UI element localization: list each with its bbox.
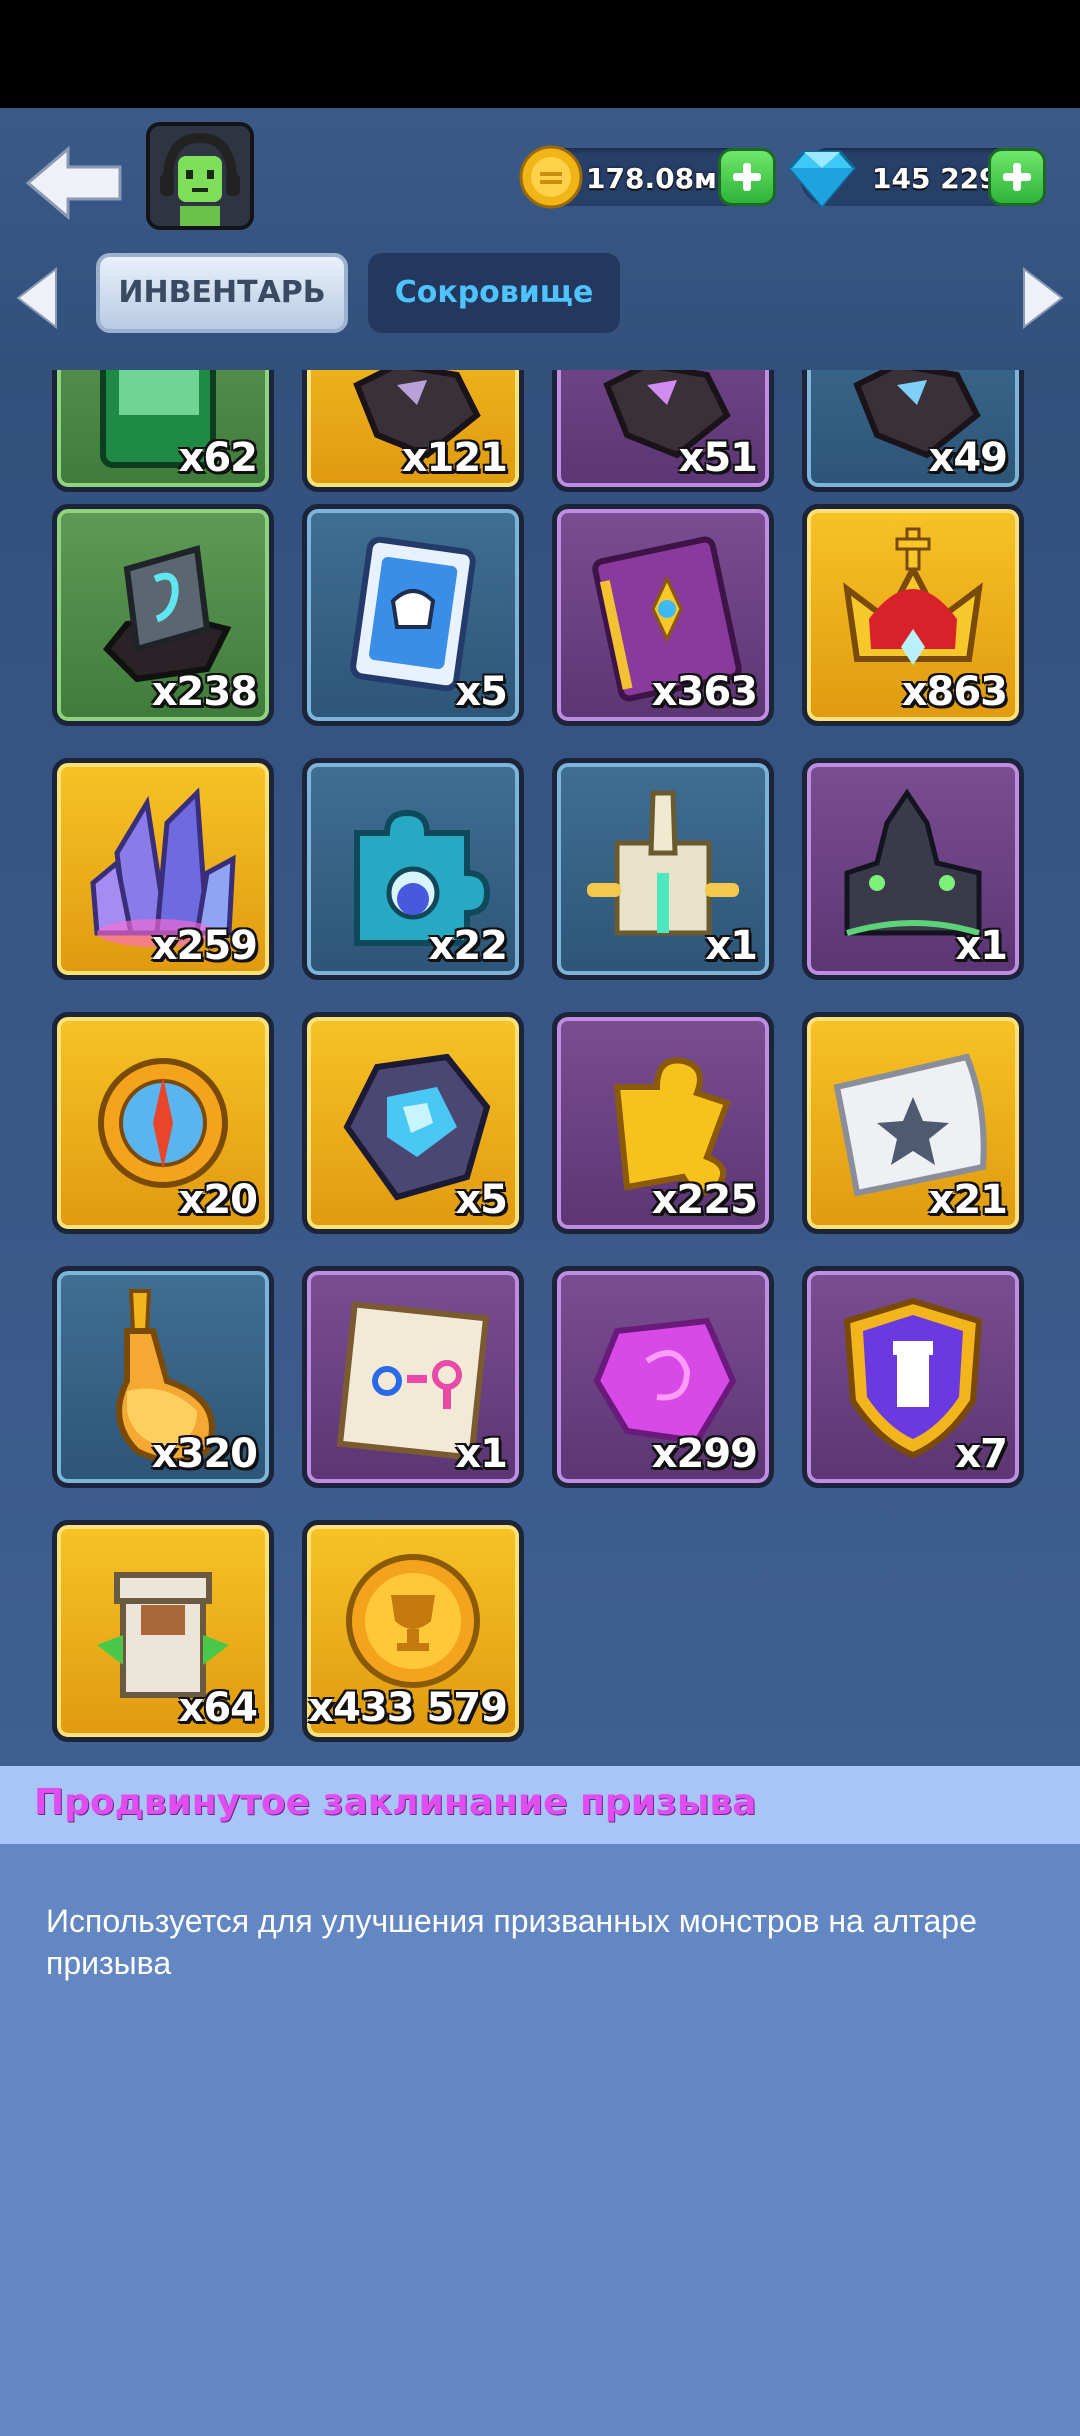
item-count: x363	[651, 669, 758, 715]
item-description-panel: Используется для улучшения призванных мо…	[0, 1844, 1080, 2436]
avatar[interactable]	[146, 122, 254, 230]
gem-amount: 145 229	[872, 162, 999, 195]
item-count: x49	[928, 435, 1008, 481]
inventory-grid: x62 x121 x51 x49 x238 x5 x363 x863 x259 …	[0, 370, 1080, 1766]
item-count: x225	[651, 1177, 758, 1223]
tab-inventory[interactable]: ИНВЕНТАРЬ	[96, 253, 348, 333]
item-count: x51	[678, 435, 758, 481]
inventory-item[interactable]: x64	[52, 1520, 274, 1742]
inventory-item[interactable]: x225	[552, 1012, 774, 1234]
item-count: x299	[651, 1431, 758, 1477]
inventory-item[interactable]: x320	[52, 1266, 274, 1488]
inventory-item[interactable]: x49	[802, 370, 1024, 492]
inventory-item[interactable]: x51	[552, 370, 774, 492]
inventory-item[interactable]: x1	[802, 758, 1024, 980]
tab-scroll-left-icon[interactable]	[14, 265, 60, 331]
item-count: x64	[178, 1685, 258, 1731]
item-count: x5	[455, 669, 508, 715]
item-count: x320	[151, 1431, 258, 1477]
back-arrow-icon[interactable]	[24, 143, 124, 223]
tab-treasure[interactable]: Сокровище	[368, 253, 620, 333]
item-count: x21	[928, 1177, 1008, 1223]
inventory-item[interactable]: x363	[552, 504, 774, 726]
item-count: x1	[455, 1431, 508, 1477]
inventory-item[interactable]: x62	[52, 370, 274, 492]
item-count: x62	[178, 435, 258, 481]
inventory-item[interactable]: x299	[552, 1266, 774, 1488]
inventory-item[interactable]: x259	[52, 758, 274, 980]
item-count: x259	[151, 923, 258, 969]
add-gold-button[interactable]	[718, 148, 776, 206]
status-bar	[0, 0, 1080, 108]
inventory-item[interactable]: x863	[802, 504, 1024, 726]
item-count: x22	[428, 923, 508, 969]
item-count: x1	[955, 923, 1008, 969]
item-count: x433 579	[308, 1685, 508, 1731]
item-count: x20	[178, 1177, 258, 1223]
inventory-item[interactable]: x1	[552, 758, 774, 980]
inventory-item[interactable]: x5	[302, 504, 524, 726]
diamond-icon	[788, 150, 856, 208]
item-title-bar: Продвинутое заклинание призыва	[0, 1766, 1080, 1844]
item-description: Используется для улучшения призванных мо…	[46, 1903, 977, 1981]
item-title: Продвинутое заклинание призыва	[34, 1782, 757, 1823]
item-count: x5	[455, 1177, 508, 1223]
inventory-item[interactable]: x20	[52, 1012, 274, 1234]
inventory-item[interactable]: x21	[802, 1012, 1024, 1234]
inventory-item[interactable]: x238	[52, 504, 274, 726]
inventory-item[interactable]: x433 579	[302, 1520, 524, 1742]
item-count: x1	[705, 923, 758, 969]
player-avatar-icon	[150, 126, 250, 226]
tab-scroll-right-icon[interactable]	[1020, 265, 1066, 331]
inventory-item[interactable]: x1	[302, 1266, 524, 1488]
item-count: x121	[401, 435, 508, 481]
item-count: x863	[901, 669, 1008, 715]
item-count: x238	[151, 669, 258, 715]
inventory-item[interactable]: x7	[802, 1266, 1024, 1488]
inventory-item[interactable]: x121	[302, 370, 524, 492]
inventory-item[interactable]: x5	[302, 1012, 524, 1234]
item-count: x7	[955, 1431, 1008, 1477]
top-bar: 178.08млн 145 229 ИНВЕНТАРЬ Сокровище	[0, 108, 1080, 370]
add-gems-button[interactable]	[988, 148, 1046, 206]
gold-coin-icon	[519, 145, 583, 209]
inventory-item[interactable]: x22	[302, 758, 524, 980]
